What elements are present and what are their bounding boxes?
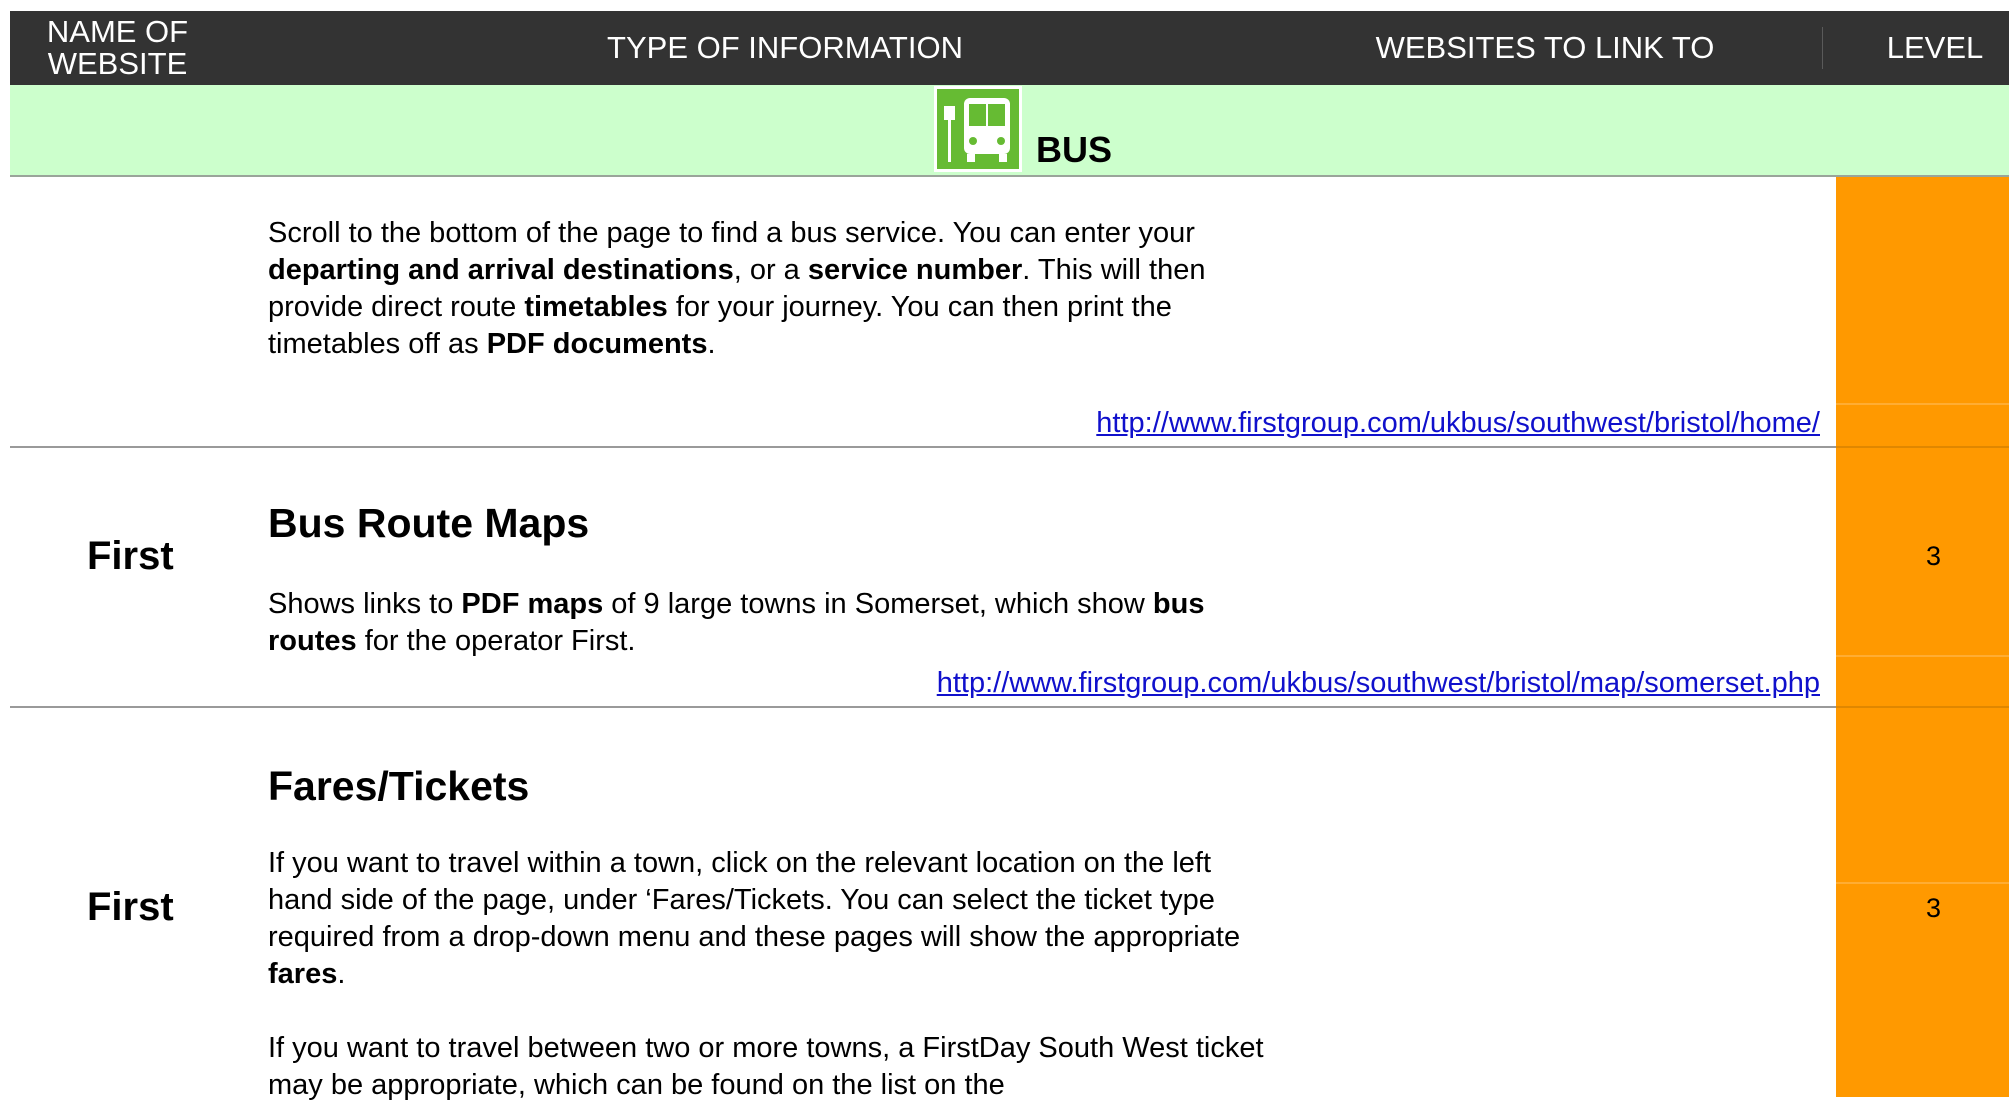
description-text: for the operator First.: [356, 625, 636, 657]
table-header: NAME OF WEBSITE TYPE OF INFORMATION WEBS…: [10, 11, 2009, 85]
description-text: Shows links to: [268, 588, 462, 620]
header-websites-to-link-to: WEBSITES TO LINK TO: [1375, 30, 1715, 65]
website-name: First: [87, 534, 174, 578]
bold-keyword: timetables: [524, 291, 668, 323]
level-column-divider: [1836, 403, 2009, 405]
row-description: If you want to travel within a town, cli…: [268, 845, 1268, 993]
description-text: .: [707, 328, 716, 360]
website-name: First: [87, 885, 174, 929]
row-title: Bus Route Maps: [268, 500, 590, 546]
level-column-divider: [1836, 655, 2009, 657]
website-link[interactable]: http://www.firstgroup.com/ukbus/southwes…: [937, 667, 1820, 700]
row-divider: [1836, 446, 2009, 448]
row-divider: [10, 446, 1836, 448]
header-divider: [1822, 27, 1823, 69]
level-value: 3: [1926, 541, 1942, 571]
header-name-of-website: NAME OF WEBSITE: [46, 14, 189, 81]
description-text: .: [337, 958, 346, 990]
bold-keyword: departing and arrival destinations: [268, 254, 734, 286]
row-description: Shows links to PDF maps of 9 large towns…: [268, 586, 1268, 660]
description-text: , or a: [733, 254, 808, 286]
description-text: If you want to travel between two or mor…: [268, 1032, 1264, 1101]
bus-icon: [934, 86, 1022, 172]
description-text: If you want to travel within a town, cli…: [268, 847, 1241, 953]
website-link[interactable]: http://www.firstgroup.com/ukbus/southwes…: [1096, 407, 1820, 440]
bold-keyword: PDF documents: [486, 328, 708, 360]
bus-section-band: BUS: [10, 85, 2009, 177]
section-title: BUS: [1036, 129, 1113, 170]
level-column: [1836, 177, 2009, 1097]
header-type-of-information: TYPE OF INFORMATION: [607, 30, 963, 65]
row-divider: [1836, 706, 2009, 708]
row-description-continued: If you want to travel between two or mor…: [268, 1030, 1268, 1104]
bold-keyword: fares: [268, 958, 338, 990]
row-divider: [10, 706, 1836, 708]
level-value: 3: [1926, 893, 1942, 923]
header-level: LEVEL: [1886, 30, 1984, 65]
row-description: Scroll to the bottom of the page to find…: [268, 215, 1268, 363]
description-text: Scroll to the bottom of the page to find…: [268, 217, 1195, 249]
bold-keyword: PDF maps: [461, 588, 604, 620]
level-column-divider: [1836, 882, 2009, 884]
description-text: of 9 large towns in Somerset, which show: [603, 588, 1153, 620]
bold-keyword: service number: [807, 254, 1023, 286]
row-title: Fares/Tickets: [268, 763, 530, 809]
